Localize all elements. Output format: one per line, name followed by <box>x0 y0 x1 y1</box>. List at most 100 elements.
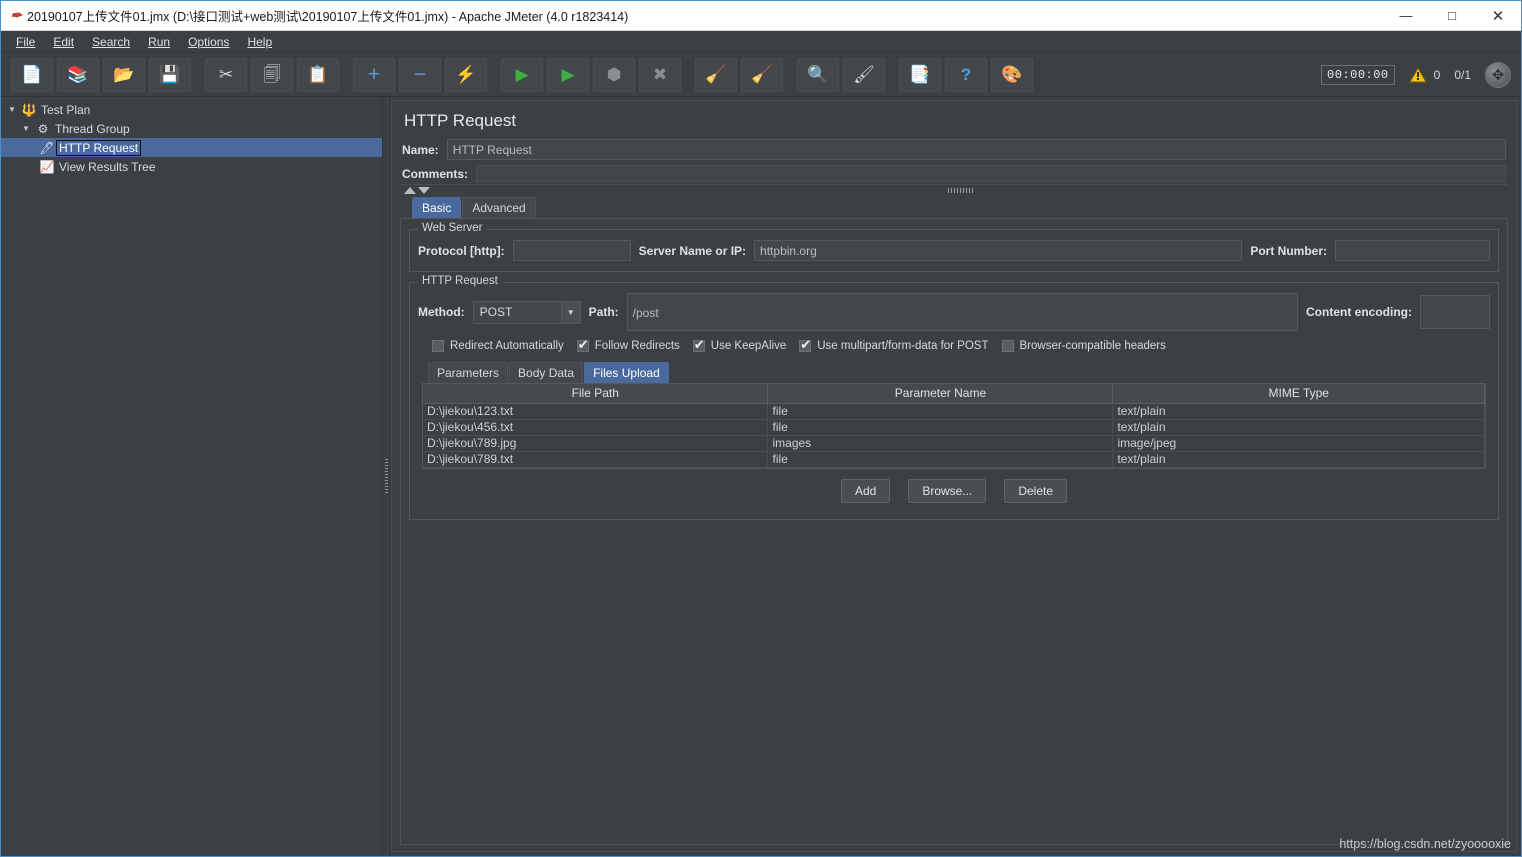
tree-node-thread-group[interactable]: ▼ ⚙ Thread Group <box>1 119 382 138</box>
menu-search[interactable]: Search <box>83 33 139 51</box>
clear-all-icon[interactable]: 🧹 <box>741 57 783 92</box>
expand-toggle-icon[interactable]: ▼ <box>19 124 33 133</box>
toggle-icon[interactable]: ⚡ <box>445 57 487 92</box>
toolbar-edit-group: ✂ 🗐 📋 <box>203 57 341 92</box>
title-bar: ✒ 20190107上传文件01.jmx (D:\接口测试+web测试\2019… <box>1 1 1521 31</box>
search-icon[interactable]: 🔍 <box>797 57 839 92</box>
cell-parameter-name[interactable]: images <box>767 435 1114 452</box>
tree-node-view-results-tree[interactable]: 📈 View Results Tree <box>1 157 382 176</box>
checkbox-box-icon[interactable] <box>432 340 444 352</box>
test-plan-tree[interactable]: ▼ 🔱 Test Plan ▼ ⚙ Thread Group 🖊 HTTP Re… <box>1 97 382 856</box>
cell-parameter-name[interactable]: file <box>767 419 1114 436</box>
table-row[interactable]: D:\jiekou\123.txt file text/plain <box>423 403 1485 420</box>
delete-button[interactable]: Delete <box>1004 478 1068 503</box>
checkbox-redirect-automatically[interactable]: Redirect Automatically <box>432 340 564 352</box>
table-header-row: File Path Parameter Name MIME Type <box>423 384 1485 404</box>
port-number-input[interactable] <box>1335 240 1490 261</box>
shutdown-icon[interactable]: ✖ <box>639 57 681 92</box>
expand-icon[interactable]: + <box>353 57 395 92</box>
menu-run[interactable]: Run <box>139 33 179 51</box>
minimize-icon[interactable]: — <box>1383 1 1429 31</box>
cell-parameter-name[interactable]: file <box>767 403 1114 420</box>
column-header-file-path[interactable]: File Path <box>423 384 769 404</box>
comments-input[interactable] <box>476 165 1506 182</box>
cell-mime-type[interactable]: image/jpeg <box>1112 435 1485 452</box>
thread-group-icon: ⚙ <box>37 121 49 136</box>
undo-icon[interactable]: 🎨 <box>991 57 1033 92</box>
name-input[interactable]: HTTP Request <box>446 139 1506 160</box>
tree-node-http-request[interactable]: 🖊 HTTP Request <box>1 138 382 157</box>
copy-icon[interactable]: 🗐 <box>251 57 293 92</box>
save-icon[interactable]: 💾 <box>149 57 191 92</box>
table-row[interactable]: D:\jiekou\789.txt file text/plain <box>423 451 1485 468</box>
maximize-icon[interactable]: □ <box>1429 1 1475 31</box>
vertical-splitter[interactable] <box>382 97 391 856</box>
table-row[interactable]: D:\jiekou\789.jpg images image/jpeg <box>423 435 1485 452</box>
menu-edit[interactable]: Edit <box>44 33 83 51</box>
subtab-parameters[interactable]: Parameters <box>428 362 509 383</box>
collapse-up-icon[interactable] <box>404 187 416 194</box>
checkbox-follow-redirects[interactable]: Follow Redirects <box>576 337 680 353</box>
menu-options[interactable]: Options <box>179 33 238 51</box>
splitter-arrows[interactable] <box>404 187 430 194</box>
checkbox-browser-compatible-headers[interactable]: Browser-compatible headers <box>1001 340 1166 352</box>
cell-file-path[interactable]: D:\jiekou\123.txt <box>423 403 769 420</box>
new-icon[interactable]: 📄 <box>11 57 53 92</box>
start-no-pauses-icon[interactable]: ▶ <box>547 57 589 92</box>
comments-row: Comments: <box>400 163 1508 184</box>
cell-mime-type[interactable]: text/plain <box>1112 419 1485 436</box>
tree-node-label: Test Plan <box>41 102 91 117</box>
cell-mime-type[interactable]: text/plain <box>1112 451 1485 468</box>
table-row[interactable]: D:\jiekou\456.txt file text/plain <box>423 419 1485 436</box>
column-header-mime-type[interactable]: MIME Type <box>1112 384 1485 404</box>
cell-parameter-name[interactable]: file <box>767 451 1114 468</box>
cell-file-path[interactable]: D:\jiekou\789.jpg <box>423 435 769 452</box>
cut-icon[interactable]: ✂ <box>205 57 247 92</box>
menu-help[interactable]: Help <box>238 33 281 51</box>
column-header-parameter-name[interactable]: Parameter Name <box>767 384 1114 404</box>
tab-basic[interactable]: Basic <box>412 197 462 218</box>
start-icon[interactable]: ▶ <box>501 57 543 92</box>
path-input[interactable]: /post <box>626 293 1299 331</box>
name-label: Name: <box>402 142 439 157</box>
checkbox-use-multipart-form-data[interactable]: Use multipart/form-data for POST <box>799 337 989 353</box>
subtab-files-upload[interactable]: Files Upload <box>584 362 669 383</box>
protocol-input[interactable] <box>512 240 631 261</box>
toolbar-status-area: 00:00:00 0 0/1 ✥ <box>1321 53 1511 97</box>
browse-button[interactable]: Browse... <box>908 478 987 503</box>
checkbox-use-keepalive[interactable]: Use KeepAlive <box>692 337 786 353</box>
warning-indicator[interactable]: 0 <box>1408 67 1440 83</box>
cell-file-path[interactable]: D:\jiekou\456.txt <box>423 419 769 436</box>
content-encoding-input[interactable] <box>1420 295 1490 329</box>
collapse-down-icon[interactable] <box>418 187 430 194</box>
reset-search-icon[interactable]: 🖌 <box>843 57 885 92</box>
paste-icon[interactable]: 📋 <box>297 57 339 92</box>
add-button[interactable]: Add <box>840 478 891 503</box>
splitter-grip <box>948 188 974 193</box>
collapse-icon[interactable]: − <box>399 57 441 92</box>
checkbox-checked-icon[interactable] <box>799 337 812 353</box>
checkbox-checked-icon[interactable] <box>576 337 589 353</box>
main-split-pane: ▼ 🔱 Test Plan ▼ ⚙ Thread Group 🖊 HTTP Re… <box>1 97 1521 856</box>
close-icon[interactable]: ✕ <box>1475 1 1521 31</box>
tab-advanced[interactable]: Advanced <box>462 197 536 218</box>
tree-node-test-plan[interactable]: ▼ 🔱 Test Plan <box>1 100 382 119</box>
checkbox-checked-icon[interactable] <box>692 337 705 353</box>
templates-icon[interactable]: 📚 <box>57 57 99 92</box>
server-name-label: Server Name or IP: <box>638 243 747 258</box>
help-icon[interactable]: ? <box>945 57 987 92</box>
function-helper-icon[interactable]: 📑 <box>899 57 941 92</box>
horizontal-splitter[interactable] <box>400 184 1508 196</box>
clear-icon[interactable]: 🧹 <box>695 57 737 92</box>
expand-toggle-icon[interactable]: ▼ <box>5 105 19 114</box>
open-icon[interactable]: 📂 <box>103 57 145 92</box>
cell-file-path[interactable]: D:\jiekou\789.txt <box>423 451 769 468</box>
subtab-body-data[interactable]: Body Data <box>509 362 584 383</box>
chevron-down-icon[interactable]: ▼ <box>560 301 580 323</box>
method-select[interactable]: POST ▼ <box>472 300 581 324</box>
cell-mime-type[interactable]: text/plain <box>1112 403 1485 420</box>
menu-file[interactable]: File <box>7 33 44 51</box>
stop-icon[interactable]: ⬢ <box>593 57 635 92</box>
checkbox-box-icon[interactable] <box>1001 340 1014 352</box>
server-name-input[interactable]: httpbin.org <box>754 240 1243 261</box>
